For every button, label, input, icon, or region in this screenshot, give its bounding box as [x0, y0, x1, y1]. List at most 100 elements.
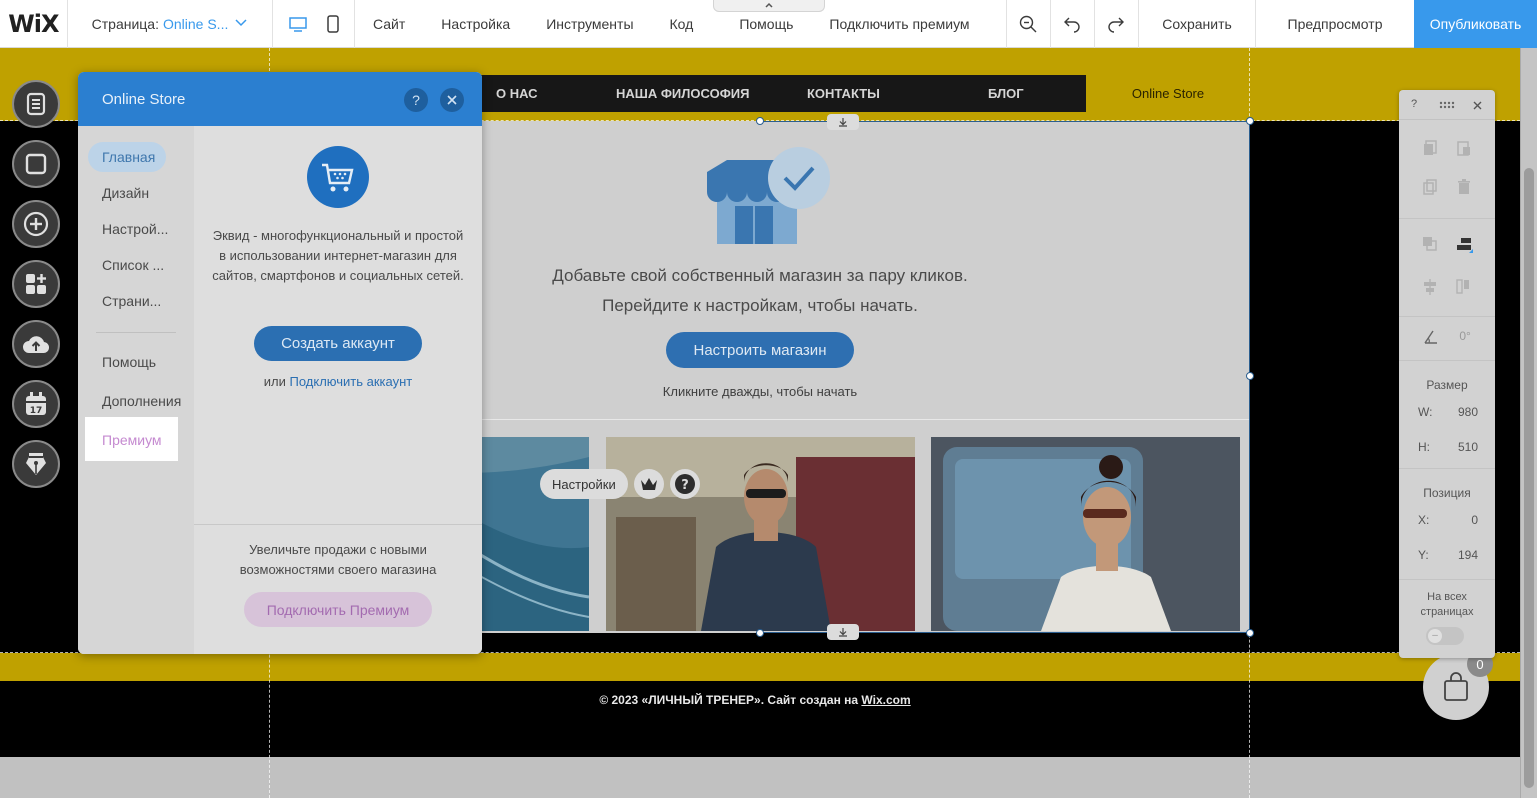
add-apps-button[interactable]	[12, 260, 60, 308]
nav-blog[interactable]: БЛОГ	[988, 86, 1024, 101]
sidebar-item-main[interactable]: Главная	[102, 149, 155, 165]
menu-site[interactable]: Сайт	[373, 16, 405, 32]
x-label: X:	[1418, 513, 1430, 527]
menu-code[interactable]: Код	[670, 16, 694, 32]
height-field[interactable]: H: 510	[1418, 440, 1478, 454]
resize-handle[interactable]	[1246, 117, 1254, 125]
scroll-thumb[interactable]	[1524, 168, 1534, 788]
page-bottom	[0, 757, 1520, 798]
bookings-button[interactable]: 17	[12, 380, 60, 428]
desktop-icon[interactable]	[288, 14, 308, 34]
page-label: Страница:	[91, 15, 159, 32]
sidebar-item-list[interactable]: Список ...	[102, 257, 164, 273]
resize-handle[interactable]	[1246, 372, 1254, 380]
match-size-icon[interactable]	[1455, 278, 1473, 296]
download-arrow-icon	[839, 628, 847, 637]
premium-upsell-text: Увеличьте продажи с новыми возможностями…	[239, 542, 437, 577]
menu-tools[interactable]: Инструменты	[546, 16, 633, 32]
divider	[1399, 579, 1495, 580]
site-footer-text: © 2023 «ЛИЧНЫЙ ТРЕНЕР». Сайт создан на W…	[0, 693, 1510, 707]
element-help-button[interactable]: ?	[669, 469, 700, 499]
rotate-angle-icon[interactable]	[1423, 329, 1439, 345]
divider	[1399, 360, 1495, 361]
duplicate-icon[interactable]	[1423, 179, 1437, 195]
create-account-button[interactable]: Создать аккаунт	[254, 326, 422, 361]
publish-button[interactable]: Опубликовать	[1414, 0, 1537, 48]
y-field[interactable]: Y: 194	[1418, 548, 1478, 562]
connect-account-link[interactable]: Подключить аккаунт	[289, 374, 412, 389]
stretch-handle-bottom[interactable]	[827, 624, 859, 640]
center-align-icon[interactable]	[1421, 278, 1439, 296]
save-button[interactable]: Сохранить	[1139, 16, 1255, 32]
close-icon	[447, 95, 457, 105]
sidebar-item-addons[interactable]: Дополнения	[102, 393, 181, 409]
divider	[194, 524, 482, 525]
footer-wix-link[interactable]: Wix.com	[861, 693, 910, 707]
online-store-panel: Online Store ? Главная Дизайн Настрой...…	[78, 72, 482, 654]
upgrade-button[interactable]	[633, 469, 664, 499]
toggle-knob: –	[1428, 629, 1442, 643]
show-on-all-pages-toggle[interactable]: –	[1426, 627, 1464, 645]
sidebar-item-pages[interactable]: Страни...	[102, 293, 161, 309]
selection-frame	[760, 121, 1250, 633]
panel-help-button[interactable]: ?	[404, 88, 428, 112]
inspector-help-icon[interactable]: ?	[1411, 98, 1417, 110]
chevron-down-icon	[235, 18, 247, 26]
width-field[interactable]: W: 980	[1418, 405, 1478, 419]
zoom-out-button[interactable]	[1006, 0, 1049, 48]
menu-help[interactable]: Помощь	[739, 16, 793, 32]
rotation-row: 0°	[1399, 329, 1495, 345]
x-field[interactable]: X: 0	[1418, 513, 1478, 527]
sidebar-item-premium[interactable]: Премиум	[102, 432, 162, 448]
sidebar-item-help[interactable]: Помощь	[102, 354, 156, 370]
pages-menu-button[interactable]	[12, 80, 60, 128]
element-inspector: ? 0° Размер W: 980 H: 510 Позиция X: 0 Y: 19…	[1399, 90, 1495, 658]
clipboard-row	[1399, 140, 1495, 156]
bring-forward-icon[interactable]	[1422, 236, 1438, 252]
add-element-button[interactable]	[12, 200, 60, 248]
resize-handle[interactable]	[1246, 629, 1254, 637]
sidebar-item-design[interactable]: Дизайн	[102, 185, 149, 201]
close-icon[interactable]	[1473, 101, 1482, 110]
nav-online-store[interactable]: Online Store	[1086, 75, 1250, 112]
code-panel-toggle[interactable]	[713, 0, 825, 12]
menu-settings[interactable]: Настройка	[441, 16, 510, 32]
page-scrollbar[interactable]	[1520, 48, 1537, 798]
menu-upgrade[interactable]: Подключить премиум	[829, 16, 969, 32]
sidebar-item-settings[interactable]: Настрой...	[102, 221, 168, 237]
drag-grip-icon[interactable]	[1439, 101, 1455, 109]
background-button[interactable]	[12, 140, 60, 188]
nav-about[interactable]: О НАС	[496, 86, 538, 101]
element-settings-button[interactable]: Настройки	[540, 469, 628, 499]
cloud-upload-icon	[23, 336, 50, 354]
paste-icon[interactable]	[1457, 140, 1471, 156]
blog-button[interactable]	[12, 440, 60, 488]
nav-philosophy[interactable]: НАША ФИЛОСОФИЯ	[616, 86, 749, 101]
download-arrow-icon	[839, 118, 847, 127]
connect-account-line: или Подключить аккаунт	[194, 374, 482, 389]
resize-handle[interactable]	[756, 629, 764, 637]
width-value: 980	[1457, 405, 1478, 419]
nav-contacts[interactable]: КОНТАКТЫ	[807, 86, 880, 101]
copy-icon[interactable]	[1423, 140, 1437, 156]
svg-text:?: ?	[681, 478, 689, 493]
width-label: W:	[1418, 405, 1433, 419]
rotation-value[interactable]: 0°	[1459, 329, 1470, 345]
media-upload-button[interactable]	[12, 320, 60, 368]
redo-button[interactable]	[1095, 0, 1138, 48]
help-icon: ?	[412, 92, 420, 108]
all-pages-label: На всех страницах	[1420, 591, 1474, 618]
page-selector[interactable]: Страница: Online S...	[68, 0, 272, 48]
inspector-header: ?	[1399, 90, 1495, 120]
panel-close-button[interactable]	[440, 88, 464, 112]
mobile-icon[interactable]	[326, 14, 340, 34]
align-icon[interactable]	[1455, 236, 1473, 254]
resize-handle[interactable]	[756, 117, 764, 125]
preview-button[interactable]: Предпросмотр	[1256, 16, 1414, 32]
undo-button[interactable]	[1051, 0, 1094, 48]
stretch-handle-top[interactable]	[827, 114, 859, 130]
footer-copyright: © 2023 «ЛИЧНЫЙ ТРЕНЕР». Сайт создан на	[599, 693, 862, 707]
connect-premium-button[interactable]: Подключить Премиум	[244, 592, 432, 627]
crown-icon	[640, 478, 657, 490]
trash-icon[interactable]	[1457, 179, 1471, 195]
